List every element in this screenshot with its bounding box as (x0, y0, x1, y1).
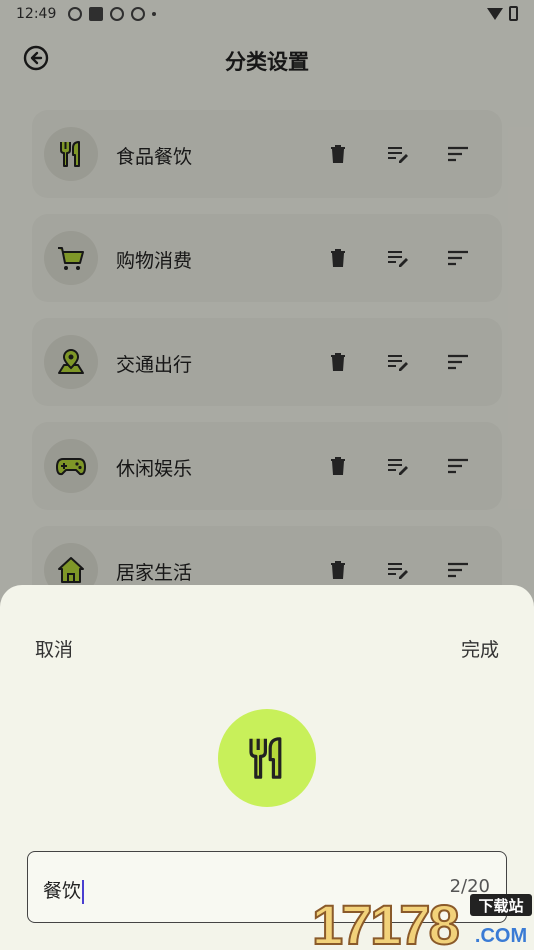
selected-icon-button[interactable] (218, 709, 316, 807)
fork-knife-icon (249, 737, 282, 779)
watermark-logo: 17178 下载站 .COM (311, 892, 532, 950)
done-button[interactable]: 完成 (461, 635, 499, 662)
watermark-site: 下载站 (478, 897, 523, 915)
watermark-number: 17178 (312, 893, 459, 950)
input-value: 餐饮 (43, 876, 85, 904)
watermark-domain: .COM (475, 925, 527, 947)
cancel-button[interactable]: 取消 (35, 635, 73, 662)
text-caret (82, 879, 85, 904)
